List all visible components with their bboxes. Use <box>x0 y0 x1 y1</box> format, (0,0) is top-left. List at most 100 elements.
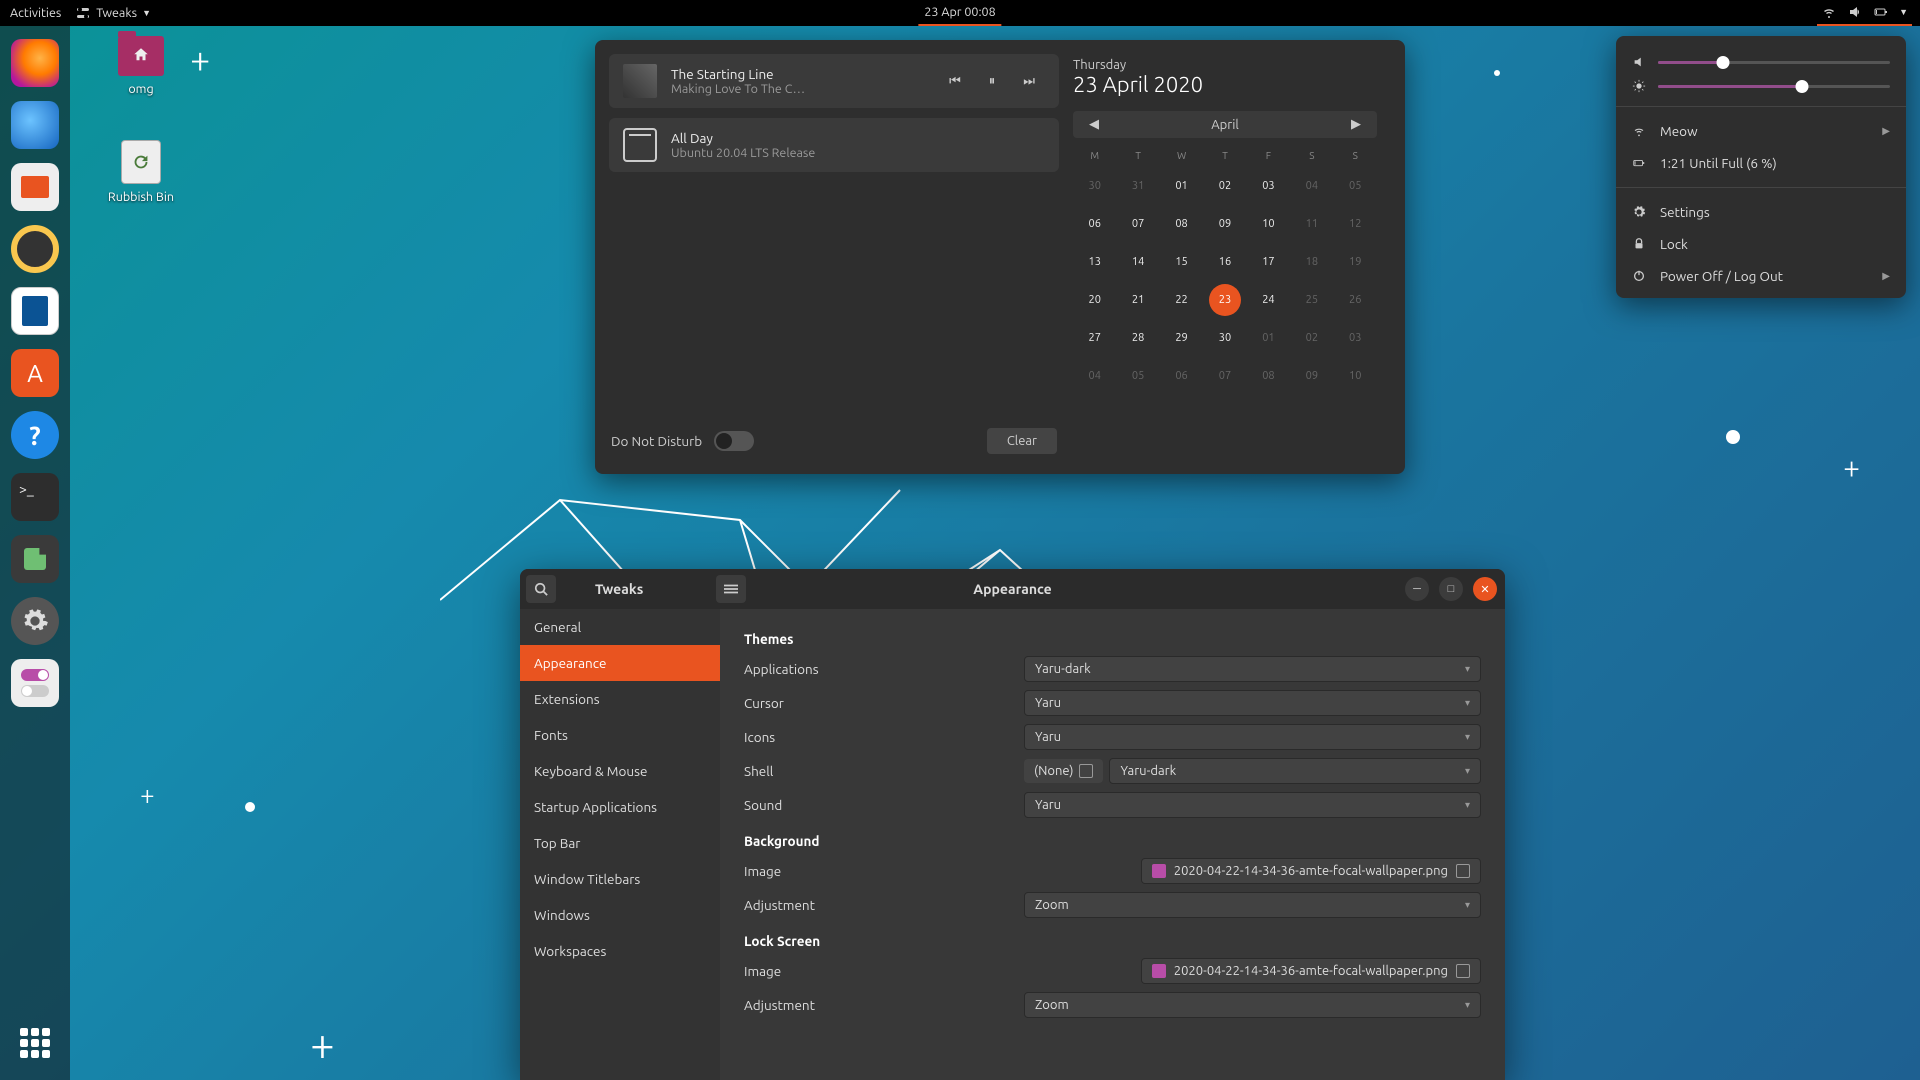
maximize-button[interactable]: □ <box>1439 577 1463 601</box>
cal-day[interactable]: 05 <box>1339 170 1371 202</box>
sidebar-item-appearance[interactable]: Appearance <box>520 645 720 681</box>
cal-day[interactable]: 11 <box>1296 208 1328 240</box>
sidebar-item-top-bar[interactable]: Top Bar <box>520 825 720 861</box>
bg-image-chooser[interactable]: 2020-04-22-14-34-36-amte-focal-wallpaper… <box>1141 858 1481 884</box>
cal-day[interactable]: 02 <box>1209 170 1241 202</box>
cal-day[interactable]: 20 <box>1079 284 1111 316</box>
active-app-menu[interactable]: Tweaks ▼ <box>75 5 151 21</box>
dock-rhythmbox[interactable] <box>8 222 62 276</box>
dock-terminal[interactable]: >_ <box>8 470 62 524</box>
sidebar-item-windows[interactable]: Windows <box>520 897 720 933</box>
activities-button[interactable]: Activities <box>10 6 61 20</box>
dock-thunderbird[interactable] <box>8 98 62 152</box>
cal-day[interactable]: 13 <box>1079 246 1111 278</box>
system-status-area[interactable]: ▼ <box>1817 0 1912 26</box>
theme-shell-dropdown[interactable]: Yaru-dark <box>1109 758 1481 784</box>
sidebar-item-window-titlebars[interactable]: Window Titlebars <box>520 861 720 897</box>
bg-adjust-dropdown[interactable]: Zoom <box>1024 892 1481 918</box>
theme-sound-dropdown[interactable]: Yaru <box>1024 792 1481 818</box>
cal-day[interactable]: 06 <box>1166 360 1198 392</box>
notification-card[interactable]: All Day Ubuntu 20.04 LTS Release <box>609 118 1059 172</box>
cal-day[interactable]: 28 <box>1122 322 1154 354</box>
dock-extensions[interactable] <box>8 532 62 586</box>
theme-cursor-dropdown[interactable]: Yaru <box>1024 690 1481 716</box>
dock-software[interactable]: A <box>8 346 62 400</box>
search-button[interactable] <box>526 575 556 603</box>
cal-day[interactable]: 02 <box>1296 322 1328 354</box>
cal-day[interactable]: 29 <box>1166 322 1198 354</box>
lock-image-chooser[interactable]: 2020-04-22-14-34-36-amte-focal-wallpaper… <box>1141 958 1481 984</box>
close-button[interactable]: ✕ <box>1473 577 1497 601</box>
cal-day[interactable]: 04 <box>1296 170 1328 202</box>
cal-day[interactable]: 03 <box>1252 170 1284 202</box>
calendar-next-button[interactable]: ▶ <box>1345 115 1367 134</box>
cal-day[interactable]: 08 <box>1252 360 1284 392</box>
brightness-slider[interactable] <box>1658 85 1890 88</box>
sidebar-item-workspaces[interactable]: Workspaces <box>520 933 720 969</box>
cal-day[interactable]: 10 <box>1252 208 1284 240</box>
cal-day[interactable]: 06 <box>1079 208 1111 240</box>
cal-day[interactable]: 16 <box>1209 246 1241 278</box>
media-prev-button[interactable]: ⏮ <box>949 74 961 89</box>
dnd-toggle[interactable] <box>714 431 754 451</box>
dock-tweaks[interactable] <box>8 656 62 710</box>
cal-day[interactable]: 05 <box>1122 360 1154 392</box>
cal-day[interactable]: 26 <box>1339 284 1371 316</box>
dock-settings[interactable] <box>8 594 62 648</box>
sidebar-item-keyboard-mouse[interactable]: Keyboard & Mouse <box>520 753 720 789</box>
cal-day[interactable]: 24 <box>1252 284 1284 316</box>
cal-day[interactable]: 23 <box>1209 284 1241 316</box>
minimize-button[interactable]: ─ <box>1405 577 1429 601</box>
cal-day[interactable]: 14 <box>1122 246 1154 278</box>
show-applications-button[interactable] <box>8 1016 62 1070</box>
status-item-battery[interactable]: 1:21 Until Full (6 %) <box>1616 147 1906 179</box>
cal-day[interactable]: 25 <box>1296 284 1328 316</box>
shell-none-button[interactable]: (None) <box>1024 759 1103 783</box>
dock-files[interactable] <box>8 160 62 214</box>
cal-day[interactable]: 08 <box>1166 208 1198 240</box>
cal-day[interactable]: 15 <box>1166 246 1198 278</box>
cal-day[interactable]: 27 <box>1079 322 1111 354</box>
cal-day[interactable]: 12 <box>1339 208 1371 240</box>
hamburger-menu-button[interactable] <box>716 575 746 603</box>
status-item-lock[interactable]: Lock <box>1616 228 1906 260</box>
cal-day[interactable]: 31 <box>1122 170 1154 202</box>
cal-day[interactable]: 30 <box>1209 322 1241 354</box>
sidebar-item-fonts[interactable]: Fonts <box>520 717 720 753</box>
cal-day[interactable]: 17 <box>1252 246 1284 278</box>
clock-button[interactable]: 23 Apr 00:08 <box>918 0 1001 26</box>
cal-day[interactable]: 30 <box>1079 170 1111 202</box>
volume-slider[interactable] <box>1658 61 1890 64</box>
status-item-power[interactable]: Power Off / Log Out▶ <box>1616 260 1906 292</box>
cal-day[interactable]: 03 <box>1339 322 1371 354</box>
dock-help[interactable]: ? <box>8 408 62 462</box>
theme-icons-dropdown[interactable]: Yaru <box>1024 724 1481 750</box>
cal-day[interactable]: 01 <box>1252 322 1284 354</box>
status-item-wifi[interactable]: Meow▶ <box>1616 115 1906 147</box>
media-next-button[interactable]: ⏭ <box>1023 74 1035 89</box>
sidebar-item-startup-applications[interactable]: Startup Applications <box>520 789 720 825</box>
cal-day[interactable]: 10 <box>1339 360 1371 392</box>
cal-day[interactable]: 09 <box>1296 360 1328 392</box>
dock-writer[interactable] <box>8 284 62 338</box>
clear-notifications-button[interactable]: Clear <box>987 428 1057 454</box>
cal-day[interactable]: 18 <box>1296 246 1328 278</box>
lock-adjust-dropdown[interactable]: Zoom <box>1024 992 1481 1018</box>
desktop-folder-omg[interactable]: omg <box>96 36 186 96</box>
cal-day[interactable]: 01 <box>1166 170 1198 202</box>
cal-day[interactable]: 09 <box>1209 208 1241 240</box>
media-pause-button[interactable]: ⏸ <box>989 74 996 89</box>
cal-day[interactable]: 04 <box>1079 360 1111 392</box>
cal-day[interactable]: 22 <box>1166 284 1198 316</box>
dock-firefox[interactable] <box>8 36 62 90</box>
theme-applications-dropdown[interactable]: Yaru-dark <box>1024 656 1481 682</box>
cal-day[interactable]: 19 <box>1339 246 1371 278</box>
calendar-prev-button[interactable]: ◀ <box>1083 115 1105 134</box>
titlebar[interactable]: Tweaks Appearance ─ □ ✕ <box>520 569 1505 609</box>
sidebar-item-extensions[interactable]: Extensions <box>520 681 720 717</box>
cal-day[interactable]: 07 <box>1122 208 1154 240</box>
status-item-settings[interactable]: Settings <box>1616 196 1906 228</box>
cal-day[interactable]: 07 <box>1209 360 1241 392</box>
cal-day[interactable]: 21 <box>1122 284 1154 316</box>
desktop-trash[interactable]: Rubbish Bin <box>96 140 186 204</box>
